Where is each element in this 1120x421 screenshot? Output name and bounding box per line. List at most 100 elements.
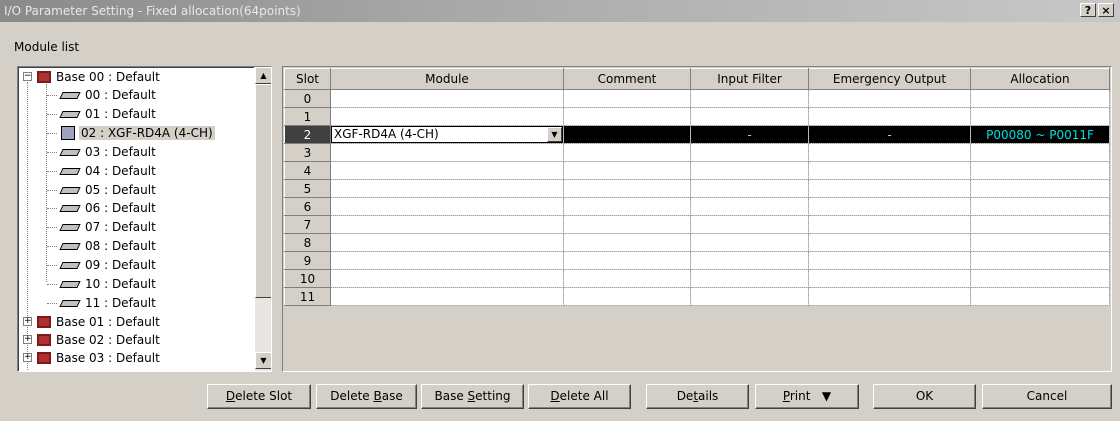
- allocation-cell[interactable]: [970, 143, 1110, 162]
- tree-node-slot-11[interactable]: 11 : Default: [19, 294, 158, 312]
- tree-node-slot-10[interactable]: 10 : Default: [19, 275, 158, 293]
- emergency-output-cell[interactable]: [808, 107, 971, 126]
- table-row[interactable]: 9: [284, 251, 1110, 270]
- module-cell[interactable]: [330, 197, 564, 216]
- allocation-cell[interactable]: [970, 161, 1110, 180]
- emergency-output-cell[interactable]: [808, 287, 971, 306]
- module-cell[interactable]: [330, 269, 564, 288]
- table-row[interactable]: 4: [284, 161, 1110, 180]
- input-filter-cell[interactable]: [690, 251, 809, 270]
- allocation-cell[interactable]: [970, 269, 1110, 288]
- table-row[interactable]: 0: [284, 89, 1110, 108]
- module-cell[interactable]: [330, 143, 564, 162]
- input-filter-cell[interactable]: [690, 143, 809, 162]
- comment-cell[interactable]: [563, 89, 691, 108]
- module-cell[interactable]: [330, 251, 564, 270]
- allocation-cell[interactable]: [970, 107, 1110, 126]
- header-module[interactable]: Module: [330, 68, 564, 90]
- emergency-output-cell[interactable]: [808, 215, 971, 234]
- table-row[interactable]: 2 XGF-RD4A (4-CH) ▼ - - P00080 ~ P0011F: [284, 125, 1110, 144]
- module-cell[interactable]: [330, 89, 564, 108]
- comment-cell[interactable]: [563, 179, 691, 198]
- table-row[interactable]: 5: [284, 179, 1110, 198]
- module-select[interactable]: XGF-RD4A (4-CH) ▼: [331, 126, 563, 143]
- slot-cell[interactable]: 2: [284, 125, 331, 144]
- delete-base-button[interactable]: Delete Base: [316, 384, 417, 409]
- collapse-icon[interactable]: −: [23, 72, 32, 81]
- slot-cell[interactable]: 11: [284, 287, 331, 306]
- cancel-button[interactable]: Cancel: [982, 384, 1112, 409]
- scroll-up-icon[interactable]: ▲: [255, 67, 271, 84]
- slot-cell[interactable]: 1: [284, 107, 331, 126]
- slot-cell[interactable]: 8: [284, 233, 331, 252]
- scroll-down-icon[interactable]: ▼: [255, 352, 271, 369]
- ok-button[interactable]: OK: [873, 384, 976, 409]
- tree-node-slot-2[interactable]: 02 : XGF-RD4A (4-CH): [19, 124, 215, 142]
- close-button[interactable]: ×: [1098, 3, 1114, 17]
- tree-node-base-01[interactable]: + Base 01 : Default: [19, 313, 162, 331]
- comment-cell[interactable]: [563, 215, 691, 234]
- dropdown-arrow-icon[interactable]: ▼: [547, 127, 562, 142]
- allocation-cell[interactable]: [970, 215, 1110, 234]
- expand-icon[interactable]: +: [23, 353, 32, 362]
- input-filter-cell[interactable]: [690, 161, 809, 180]
- module-cell[interactable]: [330, 179, 564, 198]
- slot-cell[interactable]: 5: [284, 179, 331, 198]
- allocation-cell[interactable]: [970, 233, 1110, 252]
- tree-node-slot-6[interactable]: 06 : Default: [19, 199, 158, 217]
- table-row[interactable]: 10: [284, 269, 1110, 288]
- header-allocation[interactable]: Allocation: [970, 68, 1110, 90]
- allocation-cell[interactable]: P00080 ~ P0011F: [970, 125, 1110, 144]
- slot-cell[interactable]: 4: [284, 161, 331, 180]
- module-cell[interactable]: [330, 233, 564, 252]
- emergency-output-cell[interactable]: [808, 233, 971, 252]
- module-cell[interactable]: [330, 287, 564, 306]
- tree-node-base-03[interactable]: + Base 03 : Default: [19, 349, 162, 367]
- comment-cell[interactable]: [563, 233, 691, 252]
- expand-icon[interactable]: +: [23, 335, 32, 344]
- scroll-thumb[interactable]: [255, 84, 271, 298]
- emergency-output-cell[interactable]: [808, 197, 971, 216]
- slot-cell[interactable]: 9: [284, 251, 331, 270]
- allocation-cell[interactable]: [970, 251, 1110, 270]
- details-button[interactable]: Details: [646, 384, 749, 409]
- comment-cell[interactable]: [563, 197, 691, 216]
- header-comment[interactable]: Comment: [563, 68, 691, 90]
- slot-cell[interactable]: 3: [284, 143, 331, 162]
- input-filter-cell[interactable]: [690, 287, 809, 306]
- tree-node-slot-1[interactable]: 01 : Default: [19, 105, 158, 123]
- comment-cell[interactable]: [563, 287, 691, 306]
- header-slot[interactable]: Slot: [284, 68, 331, 90]
- slot-cell[interactable]: 0: [284, 89, 331, 108]
- slot-cell[interactable]: 7: [284, 215, 331, 234]
- input-filter-cell[interactable]: [690, 197, 809, 216]
- header-input-filter[interactable]: Input Filter: [690, 68, 809, 90]
- input-filter-cell[interactable]: [690, 179, 809, 198]
- delete-slot-button[interactable]: Delete Slot: [207, 384, 311, 409]
- allocation-cell[interactable]: [970, 179, 1110, 198]
- expand-icon[interactable]: +: [23, 317, 32, 326]
- tree-node-slot-5[interactable]: 05 : Default: [19, 181, 158, 199]
- table-row[interactable]: 8: [284, 233, 1110, 252]
- comment-cell[interactable]: [563, 161, 691, 180]
- tree-node-slot-8[interactable]: 08 : Default: [19, 237, 158, 255]
- comment-cell[interactable]: [563, 125, 691, 144]
- tree-node-base-00[interactable]: − Base 00 : Default: [19, 68, 162, 86]
- emergency-output-cell[interactable]: [808, 251, 971, 270]
- tree-scrollbar[interactable]: ▲ ▼: [255, 67, 271, 371]
- base-setting-button[interactable]: Base Setting: [421, 384, 524, 409]
- table-row[interactable]: 6: [284, 197, 1110, 216]
- tree-node-slot-9[interactable]: 09 : Default: [19, 256, 158, 274]
- tree-node-slot-4[interactable]: 04 : Default: [19, 162, 158, 180]
- emergency-output-cell[interactable]: [808, 143, 971, 162]
- print-button[interactable]: Print ▼: [755, 384, 859, 409]
- emergency-output-cell[interactable]: [808, 269, 971, 288]
- module-cell[interactable]: [330, 161, 564, 180]
- header-emergency-output[interactable]: Emergency Output: [808, 68, 971, 90]
- input-filter-cell[interactable]: [690, 107, 809, 126]
- input-filter-cell[interactable]: [690, 89, 809, 108]
- allocation-cell[interactable]: [970, 197, 1110, 216]
- module-tree[interactable]: − Base 00 : Default 00 : Default 01 : Def…: [17, 66, 272, 372]
- tree-node-slot-3[interactable]: 03 : Default: [19, 143, 158, 161]
- table-row[interactable]: 7: [284, 215, 1110, 234]
